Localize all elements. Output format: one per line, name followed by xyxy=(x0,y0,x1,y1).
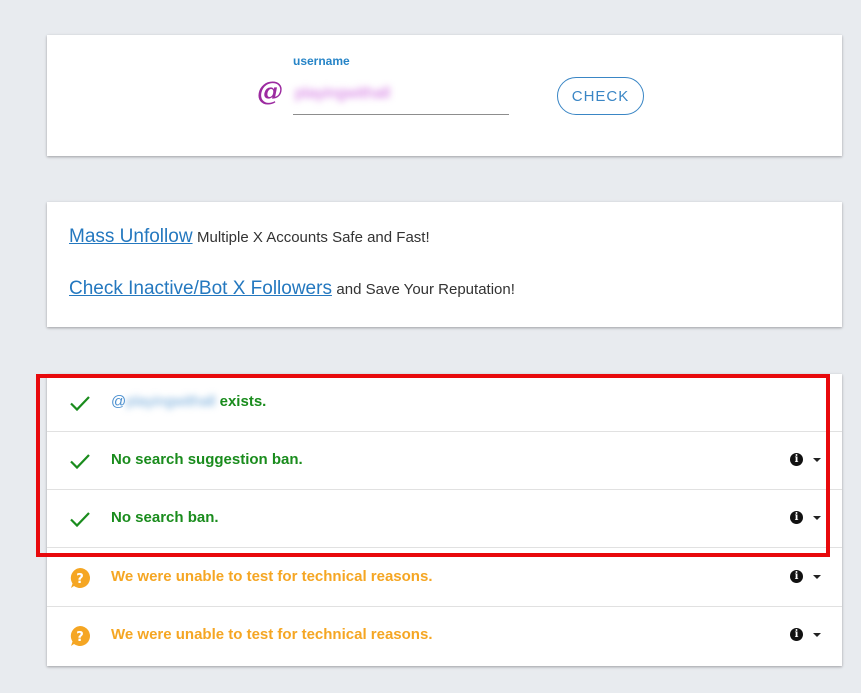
info-dropdown-toggle[interactable]: i xyxy=(790,568,822,588)
at-icon: @ xyxy=(257,77,283,107)
check-followers-description: and Save Your Reputation! xyxy=(336,281,515,298)
promo-line-mass-unfollow: Mass Unfollow Multiple X Accounts Safe a… xyxy=(69,226,430,248)
handle-value: playingwithall xyxy=(126,393,216,410)
info-dropdown-toggle[interactable]: i xyxy=(790,509,822,529)
check-button[interactable]: CHECK xyxy=(557,77,644,115)
check-icon xyxy=(70,396,90,412)
username-search-card: @ username playingwithall CHECK xyxy=(47,35,842,156)
check-icon xyxy=(70,454,90,470)
result-row-search-suggestion-ban: No search suggestion ban. i xyxy=(47,432,842,490)
result-text: No search ban. xyxy=(111,509,219,526)
result-text: We were unable to test for technical rea… xyxy=(111,568,433,585)
info-icon: i xyxy=(790,453,803,466)
mass-unfollow-link[interactable]: Mass Unfollow xyxy=(69,226,193,247)
username-label: username xyxy=(293,54,350,68)
info-icon: i xyxy=(790,570,803,583)
mass-unfollow-description: Multiple X Accounts Safe and Fast! xyxy=(197,229,430,246)
svg-text:?: ? xyxy=(76,572,84,587)
promo-card: Mass Unfollow Multiple X Accounts Safe a… xyxy=(47,202,842,327)
exists-suffix: exists. xyxy=(219,393,267,410)
chevron-down-icon xyxy=(813,458,821,462)
info-icon: i xyxy=(790,511,803,524)
info-dropdown-toggle[interactable]: i xyxy=(790,451,822,471)
info-icon: i xyxy=(790,628,803,641)
check-icon xyxy=(70,512,90,528)
chevron-down-icon xyxy=(813,633,821,637)
result-text: No search suggestion ban. xyxy=(111,451,303,468)
question-circle-icon: ? xyxy=(70,626,90,646)
chevron-down-icon xyxy=(813,516,821,520)
result-row-reply-deboosting: ? We were unable to test for technical r… xyxy=(47,607,842,665)
promo-line-check-followers: Check Inactive/Bot X Followers and Save … xyxy=(69,278,515,300)
question-circle-icon: ? xyxy=(70,568,90,588)
result-text: We were unable to test for technical rea… xyxy=(111,626,433,643)
username-input[interactable] xyxy=(293,81,509,115)
result-text-exists: @playingwithall exists. xyxy=(111,393,266,410)
result-row-ghost-ban: ? We were unable to test for technical r… xyxy=(47,549,842,607)
info-dropdown-toggle[interactable]: i xyxy=(790,626,822,646)
check-inactive-followers-link[interactable]: Check Inactive/Bot X Followers xyxy=(69,278,332,299)
result-row-exists: @playingwithall exists. xyxy=(47,374,842,432)
handle-prefix: @ xyxy=(111,393,127,410)
chevron-down-icon xyxy=(813,575,821,579)
result-row-search-ban: No search ban. i xyxy=(47,490,842,548)
svg-text:?: ? xyxy=(76,630,84,645)
results-card: @playingwithall exists. No search sugges… xyxy=(47,374,842,666)
